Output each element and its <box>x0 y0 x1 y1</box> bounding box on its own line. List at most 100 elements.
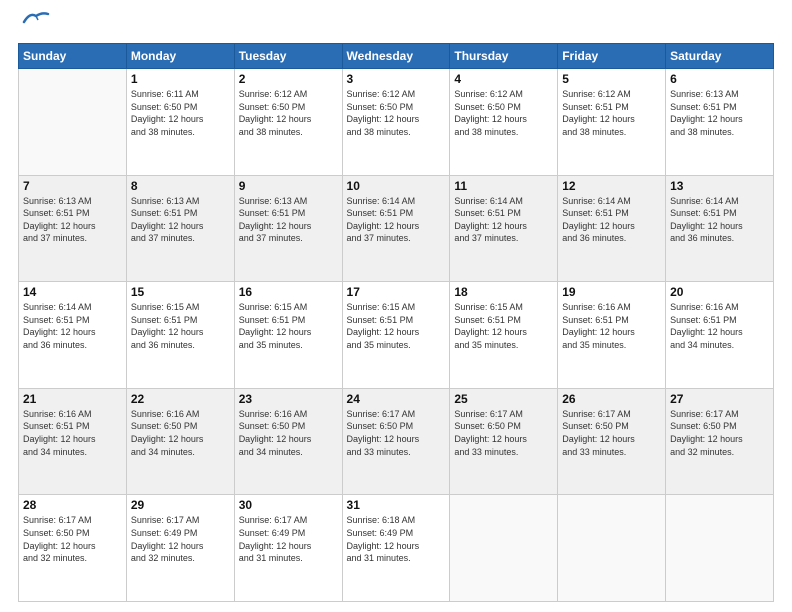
cell-info: Sunrise: 6:14 AM Sunset: 6:51 PM Dayligh… <box>23 301 122 351</box>
calendar-cell: 19 Sunrise: 6:16 AM Sunset: 6:51 PM Dayli… <box>558 282 666 389</box>
cell-info: Sunrise: 6:15 AM Sunset: 6:51 PM Dayligh… <box>347 301 446 351</box>
calendar-cell: 23 Sunrise: 6:16 AM Sunset: 6:50 PM Dayli… <box>234 388 342 495</box>
weekday-header-monday: Monday <box>126 44 234 69</box>
calendar-cell: 11Sunrise: 6:14 AM Sunset: 6:51 PM Dayli… <box>450 175 558 282</box>
calendar-cell: 2 Sunrise: 6:12 AM Sunset: 6:50 PM Daylig… <box>234 69 342 176</box>
calendar-cell: 26 Sunrise: 6:17 AM Sunset: 6:50 PM Dayli… <box>558 388 666 495</box>
calendar-cell: 4 Sunrise: 6:12 AM Sunset: 6:50 PM Daylig… <box>450 69 558 176</box>
weekday-header-friday: Friday <box>558 44 666 69</box>
cell-info: Sunrise: 6:18 AM Sunset: 6:49 PM Dayligh… <box>347 514 446 564</box>
calendar-cell: 16 Sunrise: 6:15 AM Sunset: 6:51 PM Dayli… <box>234 282 342 389</box>
weekday-header-thursday: Thursday <box>450 44 558 69</box>
day-number: 6 <box>670 72 769 86</box>
day-number: 14 <box>23 285 122 299</box>
cell-info: Sunrise: 6:17 AM Sunset: 6:49 PM Dayligh… <box>131 514 230 564</box>
cell-info: Sunrise: 6:12 AM Sunset: 6:50 PM Dayligh… <box>454 88 553 138</box>
page: SundayMondayTuesdayWednesdayThursdayFrid… <box>0 0 792 612</box>
day-number: 15 <box>131 285 230 299</box>
day-number: 27 <box>670 392 769 406</box>
cell-info: Sunrise: 6:17 AM Sunset: 6:50 PM Dayligh… <box>347 408 446 458</box>
cell-info: Sunrise: 6:14 AM Sunset: 6:51 PM Dayligh… <box>347 195 446 245</box>
cell-info: Sunrise: 6:16 AM Sunset: 6:51 PM Dayligh… <box>562 301 661 351</box>
calendar-cell: 27 Sunrise: 6:17 AM Sunset: 6:50 PM Dayli… <box>666 388 774 495</box>
cell-info: Sunrise: 6:14 AM Sunset: 6:51 PM Dayligh… <box>562 195 661 245</box>
header <box>18 18 774 33</box>
calendar-cell: 15 Sunrise: 6:15 AM Sunset: 6:51 PM Dayli… <box>126 282 234 389</box>
day-number: 19 <box>562 285 661 299</box>
cell-info: Sunrise: 6:13 AM Sunset: 6:51 PM Dayligh… <box>23 195 122 245</box>
calendar-table: SundayMondayTuesdayWednesdayThursdayFrid… <box>18 43 774 602</box>
calendar-cell: 6 Sunrise: 6:13 AM Sunset: 6:51 PM Daylig… <box>666 69 774 176</box>
calendar-cell <box>558 495 666 602</box>
day-number: 26 <box>562 392 661 406</box>
day-number: 11 <box>454 179 553 193</box>
cell-info: Sunrise: 6:16 AM Sunset: 6:50 PM Dayligh… <box>239 408 338 458</box>
calendar-week-row: 14 Sunrise: 6:14 AM Sunset: 6:51 PM Dayli… <box>19 282 774 389</box>
weekday-header-sunday: Sunday <box>19 44 127 69</box>
cell-info: Sunrise: 6:15 AM Sunset: 6:51 PM Dayligh… <box>239 301 338 351</box>
cell-info: Sunrise: 6:15 AM Sunset: 6:51 PM Dayligh… <box>131 301 230 351</box>
cell-info: Sunrise: 6:16 AM Sunset: 6:51 PM Dayligh… <box>23 408 122 458</box>
calendar-header-row: SundayMondayTuesdayWednesdayThursdayFrid… <box>19 44 774 69</box>
cell-info: Sunrise: 6:16 AM Sunset: 6:51 PM Dayligh… <box>670 301 769 351</box>
calendar-week-row: 28 Sunrise: 6:17 AM Sunset: 6:50 PM Dayli… <box>19 495 774 602</box>
calendar-cell: 18Sunrise: 6:15 AM Sunset: 6:51 PM Dayli… <box>450 282 558 389</box>
calendar-cell: 20 Sunrise: 6:16 AM Sunset: 6:51 PM Dayli… <box>666 282 774 389</box>
day-number: 16 <box>239 285 338 299</box>
day-number: 25 <box>454 392 553 406</box>
cell-info: Sunrise: 6:14 AM Sunset: 6:51 PM Dayligh… <box>670 195 769 245</box>
day-number: 21 <box>23 392 122 406</box>
calendar-cell: 5 Sunrise: 6:12 AM Sunset: 6:51 PM Daylig… <box>558 69 666 176</box>
calendar-cell: 29 Sunrise: 6:17 AM Sunset: 6:49 PM Dayli… <box>126 495 234 602</box>
calendar-cell: 22 Sunrise: 6:16 AM Sunset: 6:50 PM Dayli… <box>126 388 234 495</box>
calendar-cell: 17 Sunrise: 6:15 AM Sunset: 6:51 PM Dayli… <box>342 282 450 389</box>
calendar-cell <box>19 69 127 176</box>
cell-info: Sunrise: 6:12 AM Sunset: 6:50 PM Dayligh… <box>347 88 446 138</box>
day-number: 17 <box>347 285 446 299</box>
cell-info: Sunrise: 6:17 AM Sunset: 6:50 PM Dayligh… <box>562 408 661 458</box>
day-number: 2 <box>239 72 338 86</box>
calendar-cell: 7Sunrise: 6:13 AM Sunset: 6:51 PM Daylig… <box>19 175 127 282</box>
cell-info: Sunrise: 6:13 AM Sunset: 6:51 PM Dayligh… <box>131 195 230 245</box>
calendar-cell: 31 Sunrise: 6:18 AM Sunset: 6:49 PM Dayli… <box>342 495 450 602</box>
day-number: 20 <box>670 285 769 299</box>
weekday-header-wednesday: Wednesday <box>342 44 450 69</box>
cell-info: Sunrise: 6:17 AM Sunset: 6:50 PM Dayligh… <box>670 408 769 458</box>
calendar-cell: 24 Sunrise: 6:17 AM Sunset: 6:50 PM Dayli… <box>342 388 450 495</box>
day-number: 9 <box>239 179 338 193</box>
logo-bird-icon <box>22 10 50 33</box>
day-number: 5 <box>562 72 661 86</box>
cell-info: Sunrise: 6:13 AM Sunset: 6:51 PM Dayligh… <box>239 195 338 245</box>
cell-info: Sunrise: 6:12 AM Sunset: 6:50 PM Dayligh… <box>239 88 338 138</box>
calendar-cell: 25Sunrise: 6:17 AM Sunset: 6:50 PM Dayli… <box>450 388 558 495</box>
calendar-cell <box>666 495 774 602</box>
weekday-header-tuesday: Tuesday <box>234 44 342 69</box>
day-number: 23 <box>239 392 338 406</box>
calendar-cell <box>450 495 558 602</box>
cell-info: Sunrise: 6:17 AM Sunset: 6:50 PM Dayligh… <box>23 514 122 564</box>
cell-info: Sunrise: 6:13 AM Sunset: 6:51 PM Dayligh… <box>670 88 769 138</box>
calendar-week-row: 21 Sunrise: 6:16 AM Sunset: 6:51 PM Dayli… <box>19 388 774 495</box>
calendar-cell: 3 Sunrise: 6:12 AM Sunset: 6:50 PM Daylig… <box>342 69 450 176</box>
calendar-cell: 13Sunrise: 6:14 AM Sunset: 6:51 PM Dayli… <box>666 175 774 282</box>
day-number: 28 <box>23 498 122 512</box>
day-number: 1 <box>131 72 230 86</box>
calendar-week-row: 1 Sunrise: 6:11 AM Sunset: 6:50 PM Daylig… <box>19 69 774 176</box>
cell-info: Sunrise: 6:11 AM Sunset: 6:50 PM Dayligh… <box>131 88 230 138</box>
logo <box>18 18 50 33</box>
calendar-cell: 21 Sunrise: 6:16 AM Sunset: 6:51 PM Dayli… <box>19 388 127 495</box>
day-number: 12 <box>562 179 661 193</box>
day-number: 29 <box>131 498 230 512</box>
day-number: 3 <box>347 72 446 86</box>
day-number: 4 <box>454 72 553 86</box>
day-number: 24 <box>347 392 446 406</box>
day-number: 18 <box>454 285 553 299</box>
day-number: 8 <box>131 179 230 193</box>
calendar-cell: 14 Sunrise: 6:14 AM Sunset: 6:51 PM Dayli… <box>19 282 127 389</box>
day-number: 31 <box>347 498 446 512</box>
calendar-week-row: 7Sunrise: 6:13 AM Sunset: 6:51 PM Daylig… <box>19 175 774 282</box>
cell-info: Sunrise: 6:16 AM Sunset: 6:50 PM Dayligh… <box>131 408 230 458</box>
calendar-cell: 12 Sunrise: 6:14 AM Sunset: 6:51 PM Dayli… <box>558 175 666 282</box>
cell-info: Sunrise: 6:12 AM Sunset: 6:51 PM Dayligh… <box>562 88 661 138</box>
day-number: 22 <box>131 392 230 406</box>
